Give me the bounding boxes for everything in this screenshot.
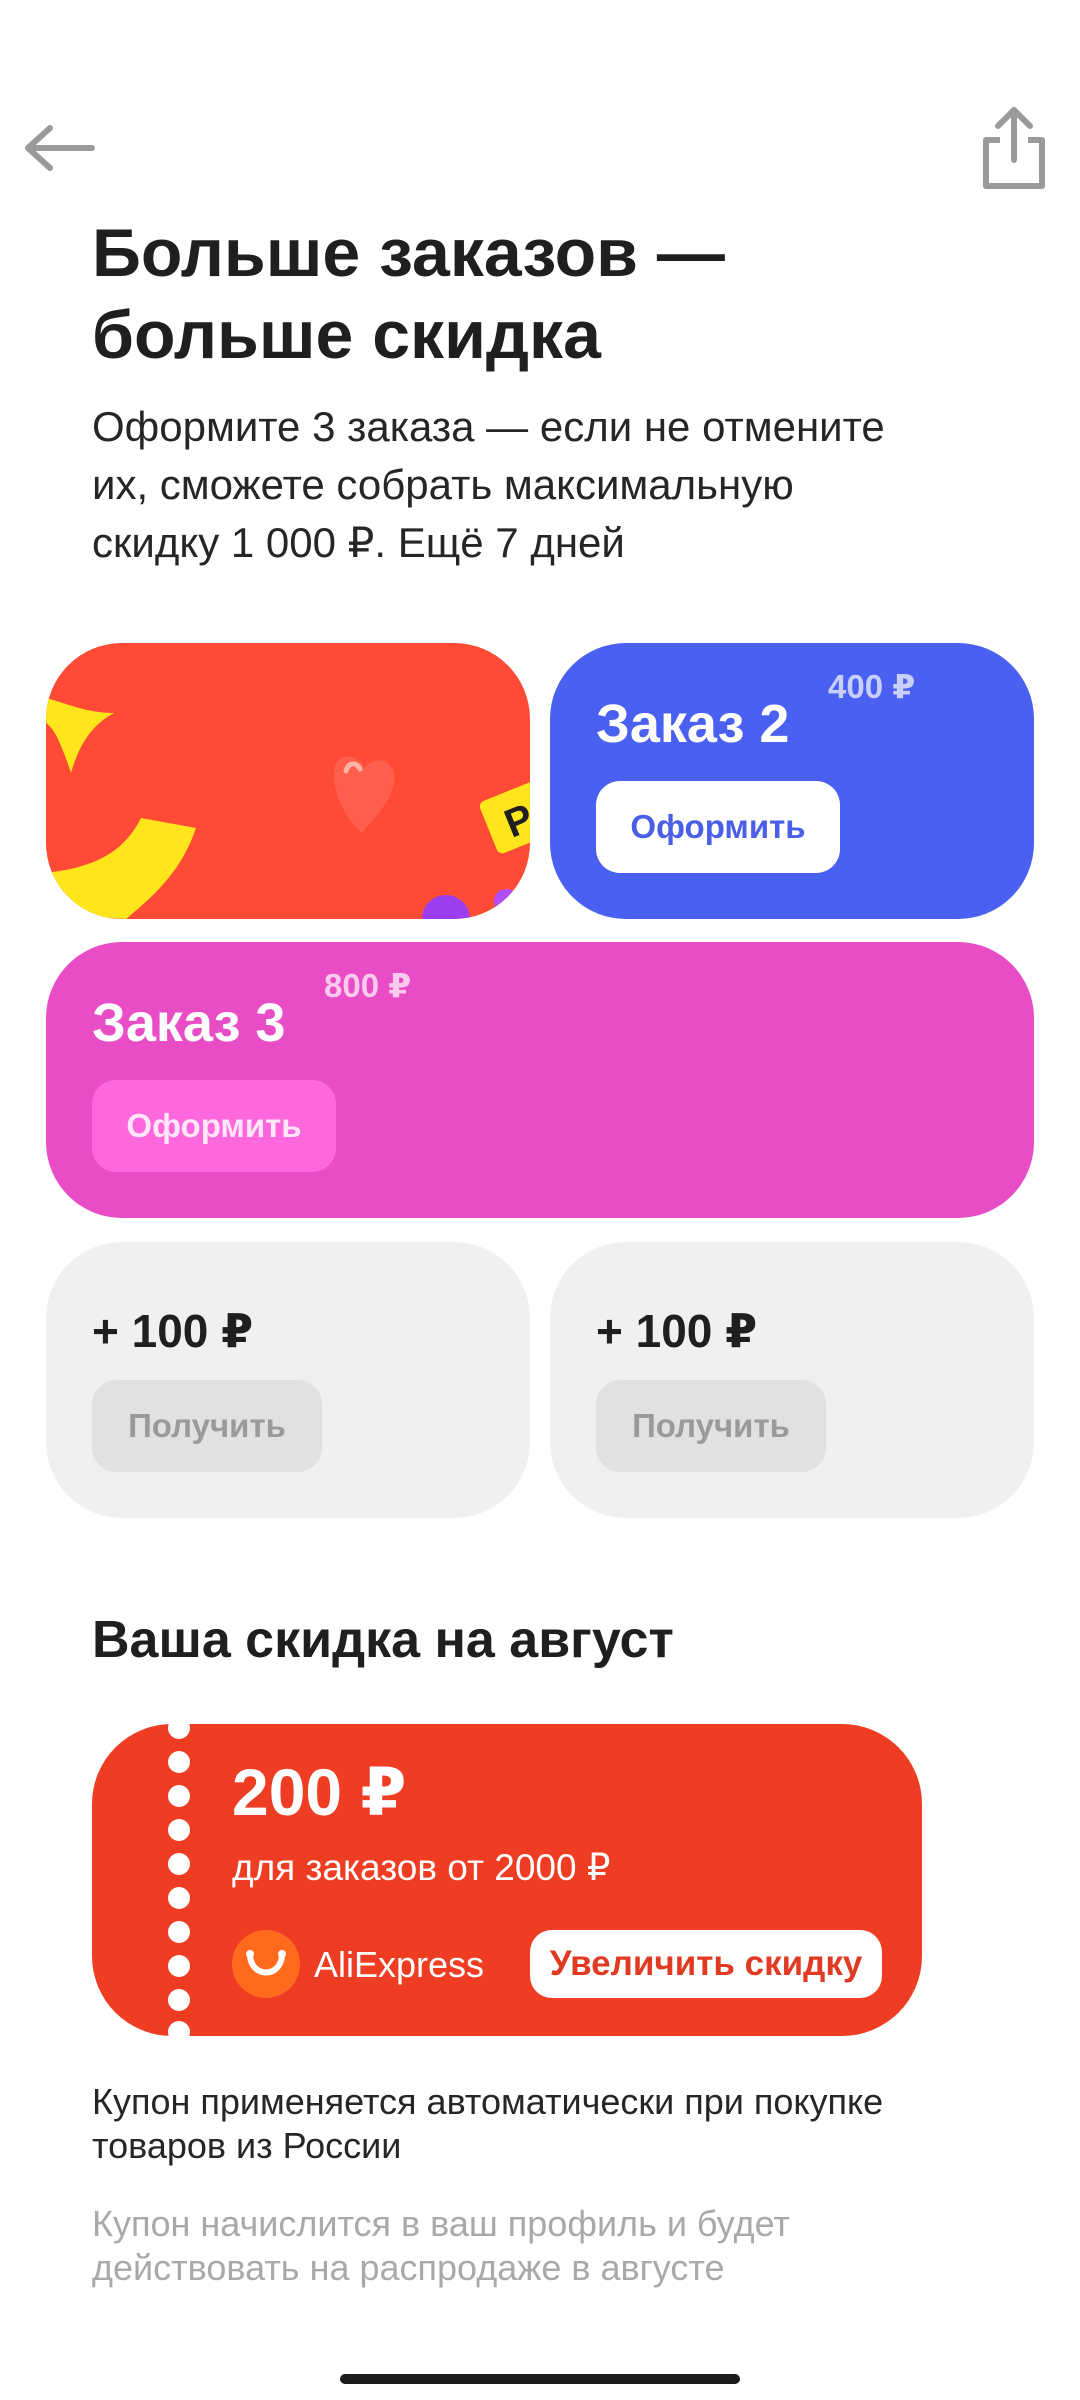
order-2-amount: 400 ₽ [828,668,916,705]
order-2-card: Заказ 2 400 ₽ Оформить [550,643,1034,919]
bonus-card-1: + 100 ₽ Получить [46,1242,530,1518]
discount-coupon: 200 ₽ для заказов от 2000 ₽ AliExpress У… [92,1724,922,2036]
page-title: Больше заказов — больше скидка [92,215,725,373]
section-title: Ваша скидка на август [92,1611,674,1669]
bonus-2-claim-button[interactable]: Получить [596,1380,826,1472]
aliexpress-logo-icon [232,1930,300,1998]
coupon-amount: 200 ₽ [232,1755,407,1829]
home-indicator[interactable] [340,2374,740,2384]
order-2-checkout-button[interactable]: Оформить [596,781,840,873]
coupon-accrual-note: Купон начислится в ваш профиль и будет д… [92,2203,790,2288]
bonus-card-2: + 100 ₽ Получить [550,1242,1034,1518]
order-1-illustration-card: Р [46,643,530,919]
order-3-title: Заказ 3 [92,993,286,1053]
coupon-condition: для заказов от 2000 ₽ [232,1847,611,1888]
bonus-2-value: + 100 ₽ [596,1305,758,1357]
back-button[interactable] [22,118,100,178]
brand-name: AliExpress [314,1944,485,1985]
share-button[interactable] [978,104,1050,194]
page-subtitle: Оформите 3 заказа — если не отмените их,… [92,403,885,566]
page: Больше заказов — больше скидка Оформите … [0,0,1080,2400]
bonus-1-claim-button[interactable]: Получить [92,1380,322,1472]
increase-discount-button[interactable]: Увеличить скидку [530,1930,882,1998]
coupon-auto-note: Купон применяется автоматически при поку… [92,2081,884,2166]
order-3-card: Заказ 3 800 ₽ Оформить [46,942,1034,1218]
order-3-checkout-button[interactable]: Оформить [92,1080,336,1172]
order-2-title: Заказ 2 [596,694,790,754]
coupon-perforation [168,1724,190,2036]
order-3-amount: 800 ₽ [324,967,412,1004]
arrow-left-icon [25,125,95,171]
share-icon [983,107,1045,189]
bonus-1-value: + 100 ₽ [92,1305,254,1357]
celebration-illustration: Р [46,698,530,919]
